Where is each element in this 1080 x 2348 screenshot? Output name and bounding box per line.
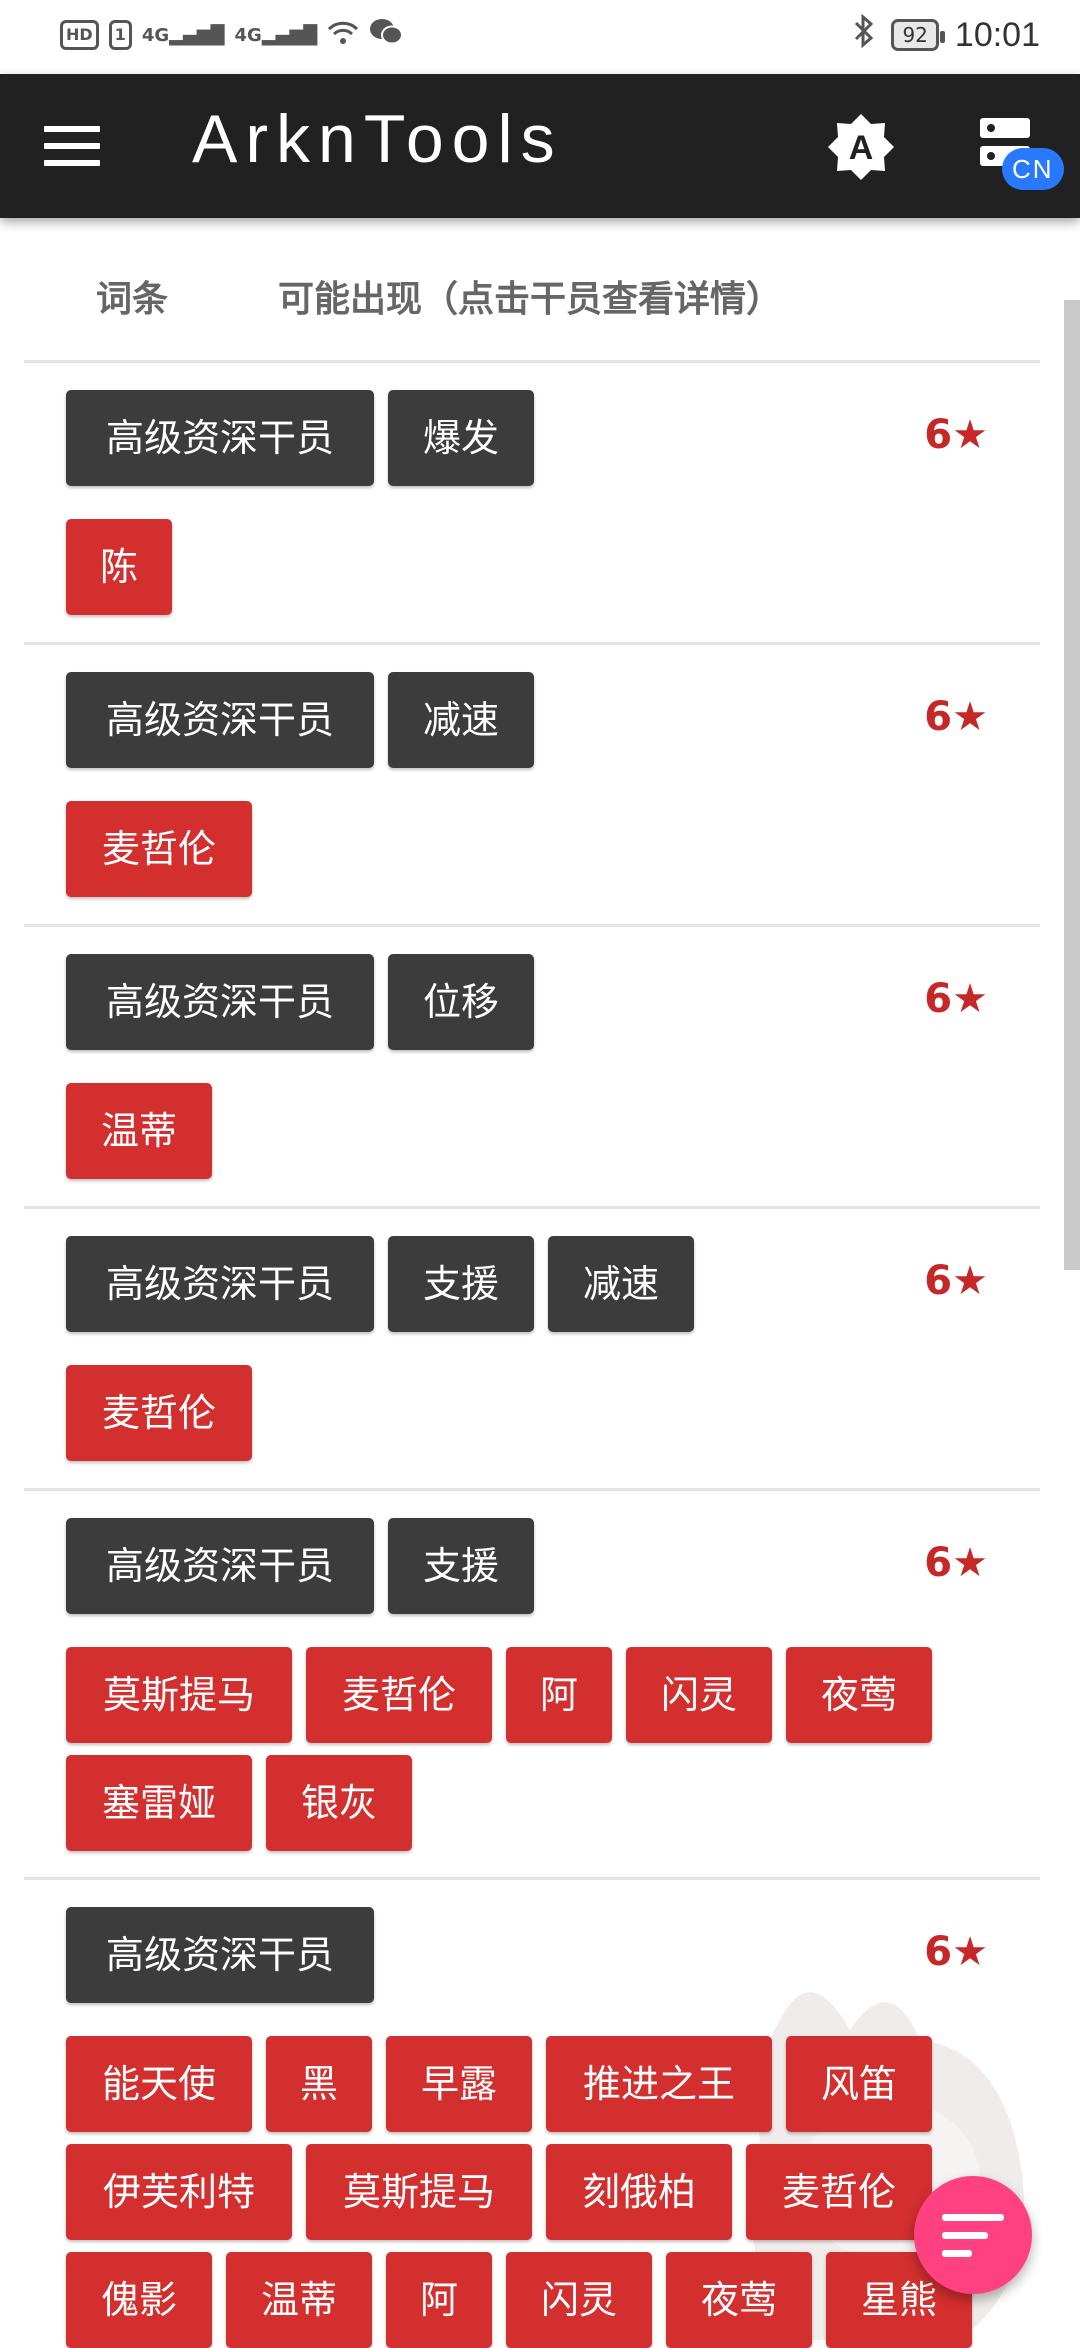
menu-icon[interactable] (44, 126, 100, 166)
result-group: 高级资深干员 支援 6★ 莫斯提马 麦哲伦 阿 闪灵 夜莺 塞雷娅 银灰 (24, 1490, 1040, 1878)
operator-chip[interactable]: 伊芙利特 (66, 2144, 292, 2240)
operator-chip[interactable]: 傀影 (66, 2252, 212, 2348)
app-bar: ArknTools A CN (0, 74, 1080, 218)
clock: 10:01 (954, 15, 1040, 54)
operator-chip[interactable]: 夜莺 (666, 2252, 812, 2348)
scrollbar[interactable] (1064, 300, 1080, 1270)
signal-icon: 4G▂▄▆█ (141, 24, 225, 46)
operator-chip[interactable]: 闪灵 (506, 2252, 652, 2348)
tag-chip[interactable]: 高级资深干员 (66, 1518, 374, 1614)
operator-chip[interactable]: 麦哲伦 (306, 1647, 492, 1743)
table-header: 词条 可能出现（点击干员查看详情） (0, 240, 1040, 360)
tag-chip[interactable]: 高级资深干员 (66, 390, 374, 486)
status-bar: HD 1 4G▂▄▆█ 4G▂▄▆█ 92 10:01 (0, 0, 1080, 74)
tag-chip[interactable]: 支援 (388, 1236, 534, 1332)
app-title: ArknTools (192, 101, 563, 177)
result-group: 高级资深干员 支援 减速 6★ 麦哲伦 (24, 1208, 1040, 1490)
operator-chip[interactable]: 麦哲伦 (66, 1365, 252, 1461)
operator-chip[interactable]: 阿 (506, 1647, 612, 1743)
tag-chip[interactable]: 高级资深干员 (66, 1236, 374, 1332)
server-icon[interactable]: CN (978, 118, 1064, 190)
hd-indicator: HD (60, 20, 99, 50)
operator-chip[interactable]: 黑 (266, 2036, 372, 2132)
signal-icon-2: 4G▂▄▆█ (234, 24, 318, 46)
result-group: 高级资深干员 6★ 能天使 黑 早露 推进之王 风笛 伊芙利特 莫斯提马 刻俄柏… (24, 1879, 1040, 2348)
operator-chip[interactable]: 陈 (66, 519, 172, 615)
tag-chip[interactable]: 高级资深干员 (66, 1907, 374, 2003)
tag-chip[interactable]: 爆发 (388, 390, 534, 486)
result-group: 高级资深干员 减速 6★ 麦哲伦 (24, 644, 1040, 926)
server-badge: CN (1002, 148, 1064, 190)
status-right: 92 10:01 (853, 13, 1040, 56)
operator-chip[interactable]: 刻俄柏 (546, 2144, 732, 2240)
rarity-label: 6★ (924, 1258, 988, 1304)
result-group: 高级资深干员 爆发 6★ 陈 (24, 362, 1040, 644)
operator-chip[interactable]: 闪灵 (626, 1647, 772, 1743)
bluetooth-icon (853, 13, 875, 56)
wechat-icon (369, 18, 404, 52)
operator-chip[interactable]: 莫斯提马 (66, 1647, 292, 1743)
operator-chip[interactable]: 早露 (386, 2036, 532, 2132)
rarity-label: 6★ (924, 976, 988, 1022)
operator-chip[interactable]: 温蒂 (66, 1083, 212, 1179)
operator-chip[interactable]: 塞雷娅 (66, 1755, 252, 1851)
sort-fab[interactable] (914, 2176, 1032, 2294)
operator-chip[interactable]: 风笛 (786, 2036, 932, 2132)
rarity-label: 6★ (924, 694, 988, 740)
tag-chip[interactable]: 支援 (388, 1518, 534, 1614)
status-left: HD 1 4G▂▄▆█ 4G▂▄▆█ (60, 18, 404, 52)
operator-chip[interactable]: 推进之王 (546, 2036, 772, 2132)
operator-chip[interactable]: 阿 (386, 2252, 492, 2348)
rarity-label: 6★ (924, 412, 988, 458)
theme-icon-letter: A (849, 129, 874, 167)
operator-chip[interactable]: 麦哲伦 (66, 801, 252, 897)
wifi-icon (327, 20, 359, 51)
battery-indicator: 92 (891, 19, 946, 51)
operator-chip[interactable]: 莫斯提马 (306, 2144, 532, 2240)
operator-chip[interactable]: 银灰 (266, 1755, 412, 1851)
operators-column-header: 可能出现（点击干员查看详情） (278, 279, 783, 320)
tag-chip[interactable]: 高级资深干员 (66, 954, 374, 1050)
operator-chip[interactable]: 能天使 (66, 2036, 252, 2132)
rarity-label: 6★ (924, 1929, 988, 1975)
tag-chip[interactable]: 减速 (548, 1236, 694, 1332)
tags-column-header: 词条 (96, 279, 169, 320)
theme-icon[interactable]: A (826, 112, 896, 182)
result-group: 高级资深干员 位移 6★ 温蒂 (24, 926, 1040, 1208)
sim-indicator: 1 (108, 20, 132, 50)
tag-chip[interactable]: 位移 (388, 954, 534, 1050)
operator-chip[interactable]: 麦哲伦 (746, 2144, 932, 2240)
tag-chip[interactable]: 高级资深干员 (66, 672, 374, 768)
operator-chip[interactable]: 夜莺 (786, 1647, 932, 1743)
tag-chip[interactable]: 减速 (388, 672, 534, 768)
rarity-label: 6★ (924, 1540, 988, 1586)
operator-chip[interactable]: 温蒂 (226, 2252, 372, 2348)
